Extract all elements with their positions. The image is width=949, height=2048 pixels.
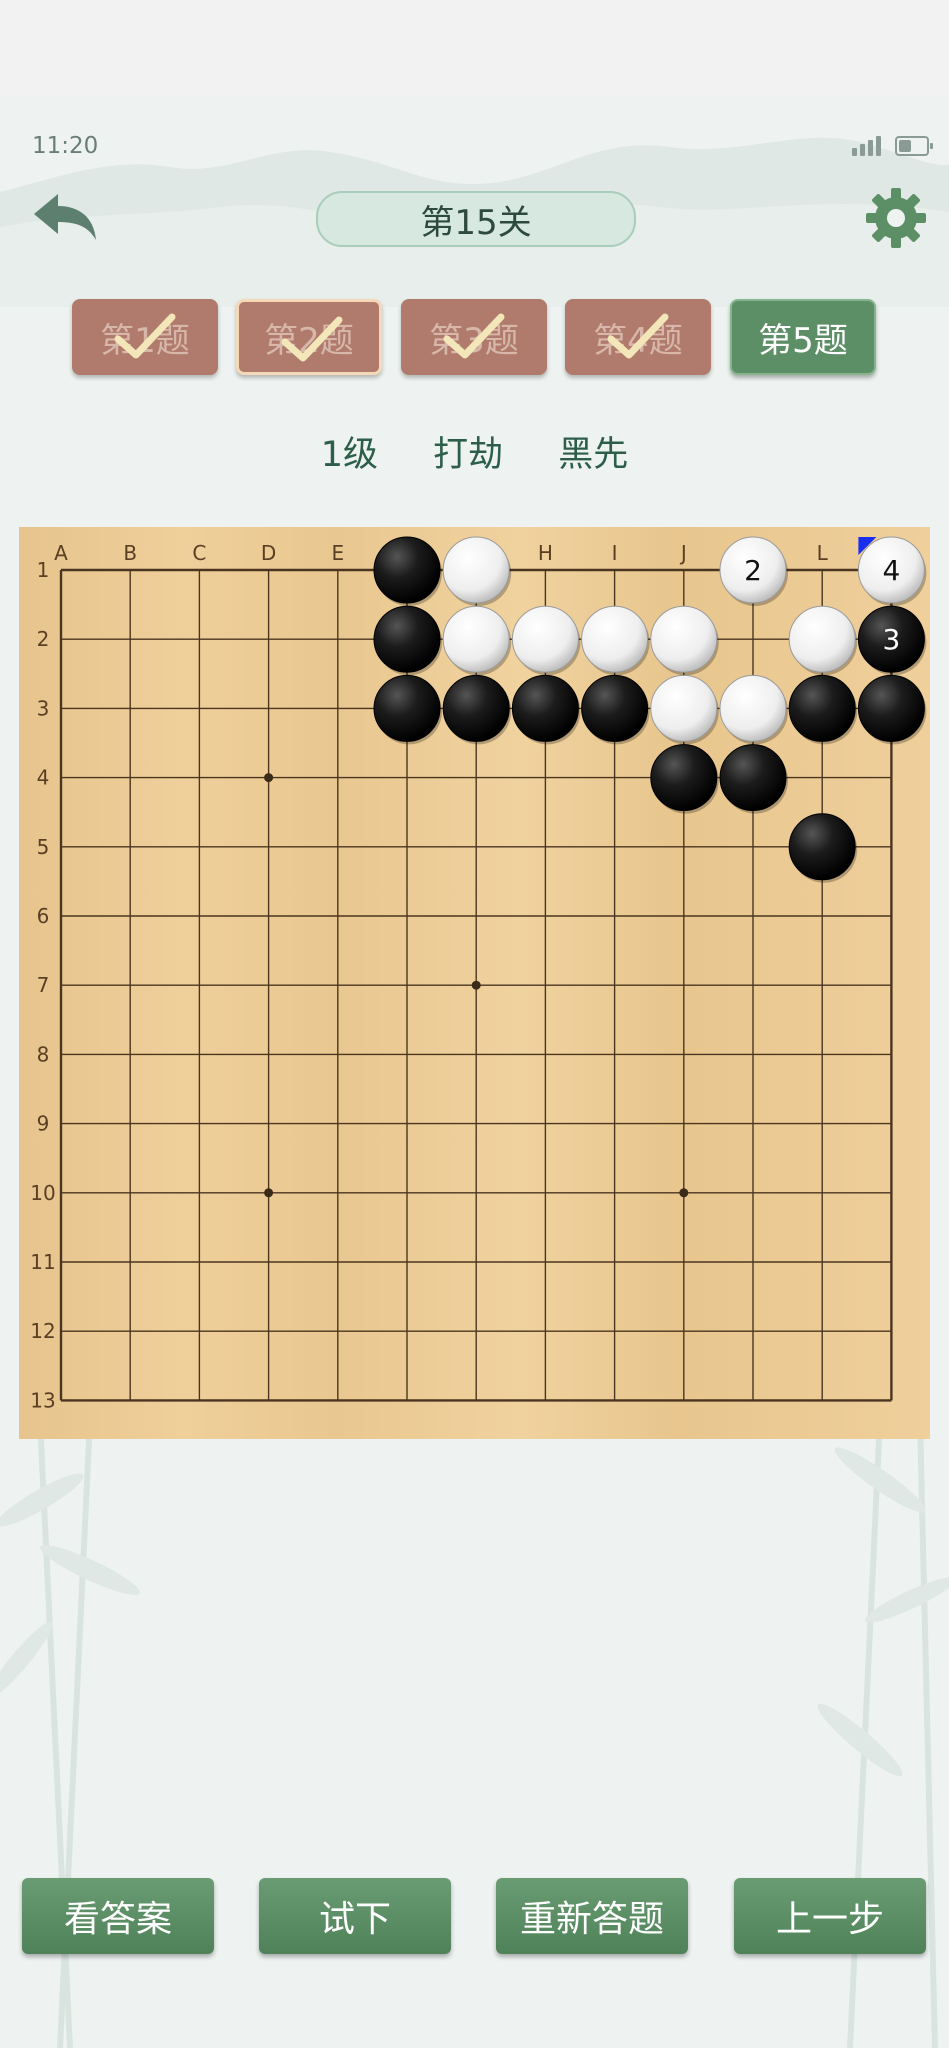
col-label: B: [123, 541, 137, 565]
row-label: 5: [37, 835, 50, 859]
question-tabs: 第1题 第2题 第3题 第4题 第5题: [72, 299, 876, 375]
tab-question-4[interactable]: 第4题: [565, 299, 711, 375]
white-stone[interactable]: [650, 605, 718, 673]
check-icon: [114, 313, 176, 359]
row-label: 11: [30, 1250, 55, 1274]
puzzle-rank: 1级: [320, 435, 378, 475]
col-label: H: [538, 541, 553, 565]
star-point: [264, 773, 274, 783]
move-number: 2: [744, 554, 762, 587]
puzzle-topic: 打劫: [433, 435, 504, 475]
tab-question-3[interactable]: 第3题: [401, 299, 547, 375]
tab-question-1[interactable]: 第1题: [72, 299, 218, 375]
star-point: [679, 1188, 689, 1198]
black-stone[interactable]: [511, 674, 579, 742]
back-arrow-icon[interactable]: [30, 190, 100, 250]
col-label: J: [679, 541, 687, 565]
black-stone[interactable]: [788, 674, 856, 742]
col-label: D: [261, 541, 276, 565]
black-stone[interactable]: [373, 536, 441, 604]
black-stone[interactable]: [581, 674, 649, 742]
status-indicators: [852, 136, 933, 156]
undo-button[interactable]: 上一步: [734, 1878, 926, 1954]
show-answer-button[interactable]: 看答案: [22, 1878, 214, 1954]
tab-question-5[interactable]: 第5题: [730, 299, 876, 375]
white-stone[interactable]: [719, 674, 787, 742]
row-label: 2: [37, 627, 50, 651]
black-stone[interactable]: [650, 744, 718, 812]
row-label: 1: [37, 558, 50, 582]
go-board-grid[interactable]: A B C D E H I J L12345678910111213 2 43: [19, 527, 930, 1439]
row-label: 9: [37, 1112, 50, 1136]
col-label: L: [817, 541, 829, 565]
black-stone[interactable]: [373, 674, 441, 742]
level-title: 第15关: [316, 191, 636, 247]
check-icon: [281, 316, 343, 362]
puzzle-turn: 黑先: [558, 435, 629, 475]
restart-button[interactable]: 重新答题: [496, 1878, 688, 1954]
white-stone[interactable]: [650, 674, 718, 742]
col-label: C: [192, 541, 206, 565]
check-icon: [443, 313, 505, 359]
tab-label: 第5题: [758, 320, 848, 361]
white-stone[interactable]: [581, 605, 649, 673]
black-stone[interactable]: [857, 674, 925, 742]
row-label: 12: [30, 1319, 55, 1343]
star-point: [264, 1188, 274, 1198]
tab-question-2[interactable]: 第2题: [236, 299, 382, 375]
check-icon: [607, 313, 669, 359]
row-label: 3: [37, 696, 50, 720]
go-board[interactable]: A B C D E H I J L 1 2 3 4 5 6 7 8 9 10 11 12 13 243: [19, 527, 930, 1439]
white-stone[interactable]: [511, 605, 579, 673]
move-number: 4: [882, 554, 900, 587]
col-label: E: [331, 541, 344, 565]
row-label: 7: [37, 973, 50, 997]
signal-icon: [852, 136, 881, 156]
black-stone[interactable]: [719, 744, 787, 812]
col-label: A: [54, 541, 68, 565]
row-label: 13: [30, 1388, 55, 1412]
status-time: 11:20: [32, 133, 99, 159]
white-stone[interactable]: [442, 605, 510, 673]
row-label: 4: [37, 766, 50, 790]
top-band: [0, 0, 949, 97]
battery-icon: [895, 136, 933, 156]
puzzle-info: 1级 打劫 黑先: [0, 426, 949, 477]
row-label: 10: [30, 1181, 55, 1205]
move-number: 3: [882, 623, 900, 656]
black-stone[interactable]: [788, 813, 856, 881]
black-stone[interactable]: [442, 674, 510, 742]
row-label: 6: [37, 904, 50, 928]
white-stone[interactable]: [788, 605, 856, 673]
try-move-button[interactable]: 试下: [259, 1878, 451, 1954]
black-stone[interactable]: [373, 605, 441, 673]
row-label: 8: [37, 1042, 50, 1066]
gear-icon[interactable]: [864, 186, 928, 250]
white-stone[interactable]: [442, 536, 510, 604]
star-point: [471, 980, 481, 990]
col-label: I: [612, 541, 618, 565]
